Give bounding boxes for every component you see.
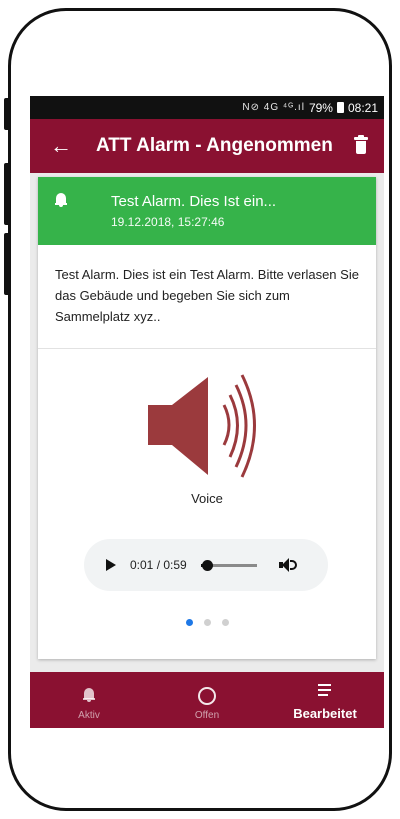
speaker-icon [148, 374, 256, 478]
circle-icon [198, 687, 216, 705]
pager-dots [38, 619, 376, 626]
playback-time: 0:01 / 0:59 [130, 558, 187, 572]
arrow-left-icon[interactable]: ← [50, 135, 82, 157]
media-label: Voice [191, 491, 223, 506]
status-icons: N⊘ 4G ⁴ᴳ.ıl [242, 102, 305, 113]
audio-player: 0:01 / 0:59 [84, 539, 328, 591]
side-button [4, 98, 10, 130]
pager-dot[interactable] [221, 619, 229, 626]
nav-label: Bearbeitet [293, 706, 357, 721]
bottom-nav: Aktiv Offen Bearbeitet [30, 672, 384, 728]
page-title: ATT Alarm - Angenommen [96, 135, 333, 156]
nav-label: Aktiv [78, 710, 100, 721]
trash-icon[interactable] [354, 135, 372, 157]
nav-item-bearbeitet[interactable]: Bearbeitet [266, 672, 384, 728]
battery-level: 79% [308, 100, 333, 115]
battery-icon [336, 102, 344, 113]
alarm-title: Test Alarm. Dies Ist ein... [111, 193, 277, 210]
nav-item-aktiv[interactable]: Aktiv [30, 672, 148, 728]
play-icon[interactable] [106, 559, 116, 571]
bell-icon [79, 685, 99, 705]
pager-dot[interactable] [185, 619, 193, 626]
alarm-message: Test Alarm. Dies ist ein Test Alarm. Bit… [38, 245, 376, 349]
bell-icon [55, 193, 67, 207]
side-button [4, 233, 10, 295]
side-button [4, 163, 10, 225]
seek-thumb[interactable] [201, 559, 213, 571]
status-bar: N⊘ 4G ⁴ᴳ.ıl 79% 08:21 [30, 96, 384, 119]
alarm-card: Test Alarm. Dies Ist ein... 19.12.2018, … [38, 177, 376, 659]
nav-item-offen[interactable]: Offen [148, 672, 266, 728]
nav-label: Offen [194, 710, 220, 721]
list-icon [315, 681, 335, 701]
status-time: 08:21 [347, 100, 378, 115]
app-screen: N⊘ 4G ⁴ᴳ.ıl 79% 08:21 ← ATT Alarm - Ange… [30, 96, 384, 728]
volume-icon[interactable] [278, 557, 299, 573]
alarm-header[interactable]: Test Alarm. Dies Ist ein... 19.12.2018, … [38, 177, 376, 245]
seek-slider[interactable] [200, 559, 257, 571]
pager-dot[interactable] [203, 619, 211, 626]
alarm-datetime: 19.12.2018, 15:27:46 [111, 215, 225, 229]
app-bar: ← ATT Alarm - Angenommen [30, 119, 384, 173]
